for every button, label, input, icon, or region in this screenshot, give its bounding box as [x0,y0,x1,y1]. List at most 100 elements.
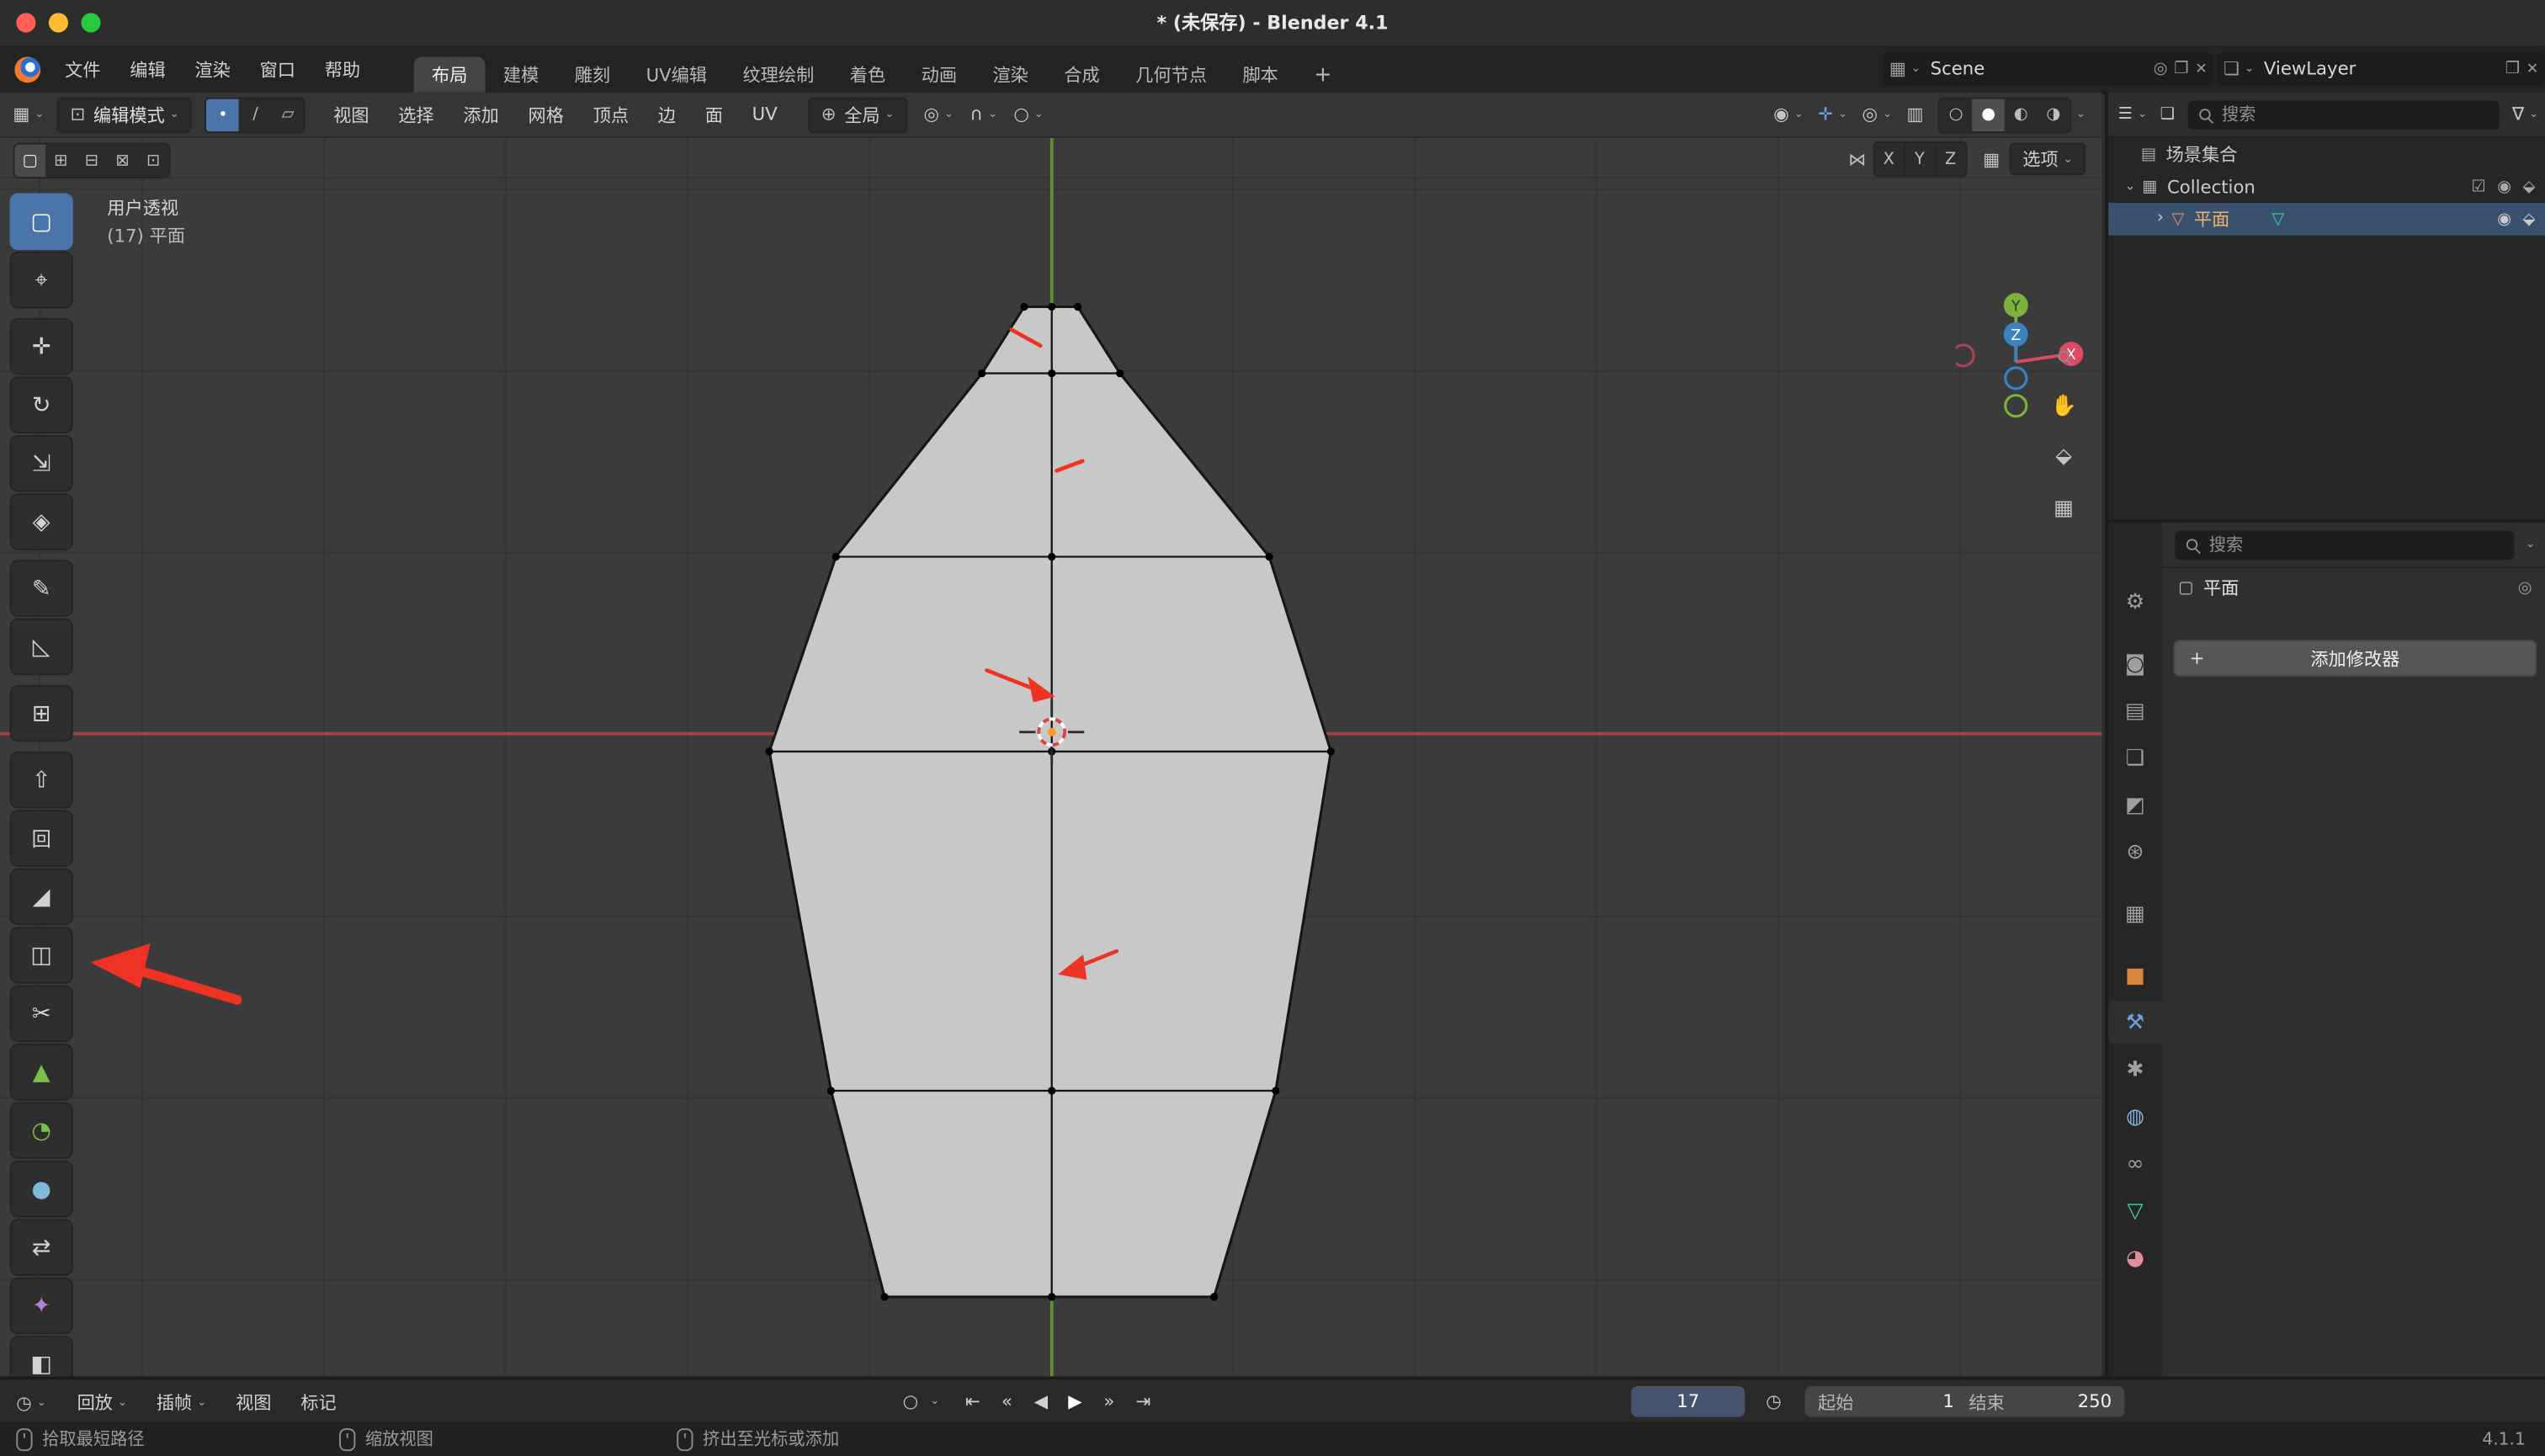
object-expand-icon[interactable]: › [2157,211,2164,227]
tool-extrude-region[interactable]: ⇧ [10,752,73,808]
workspace-tab-scripting[interactable]: 脚本 [1225,56,1296,92]
tab-particles[interactable]: ✱ [2108,1049,2162,1091]
properties-header-caret[interactable]: ⌄ [2526,539,2535,550]
editor-type-caret[interactable]: ⌄ [35,109,44,120]
menu-view[interactable]: 视图 [319,93,384,136]
overlays-toggle-icon[interactable]: ◎ [1862,104,1878,125]
select-mode-intersect[interactable]: ⊡ [138,145,169,178]
menu-playback[interactable]: 回放⌄ [62,1379,141,1425]
tool-add-primitive[interactable]: ⊞ [10,685,73,741]
menu-marker[interactable]: 标记 [286,1379,351,1425]
workspace-tab-modeling[interactable]: 建模 [486,56,557,92]
outliner-editor-caret[interactable]: ⌄ [2138,109,2147,120]
select-mode-extend[interactable]: ⊞ [45,145,77,178]
scene-pin-icon[interactable]: ◎ [2154,60,2168,77]
symmetry-z-toggle[interactable]: Z [1934,141,1967,177]
shading-wireframe-button[interactable]: ○ [1940,98,1973,131]
tab-object[interactable]: ■ [2108,954,2162,996]
collection-render-camera-icon[interactable]: ⬙ [2523,178,2536,195]
tool-smooth[interactable]: ● [10,1161,73,1217]
menu-select[interactable]: 选择 [384,93,449,136]
pivot-caret[interactable]: ⌄ [944,109,954,120]
menu-vertex[interactable]: 顶点 [578,93,643,136]
tool-loop-cut[interactable]: ◫ [10,927,73,983]
tab-material[interactable]: ◕ [2108,1237,2162,1279]
collection-hide-eye-icon[interactable]: ◉ [2497,178,2511,195]
show-hide-eye-icon[interactable]: ◉ [1773,104,1789,125]
tool-measure[interactable]: ◺ [10,619,73,676]
tool-scale[interactable]: ⇲ [10,435,73,492]
select-mode-invert[interactable]: ⊠ [107,145,138,178]
jump-to-end-button[interactable]: ⇥ [1126,1386,1161,1416]
snap-caret[interactable]: ⌄ [988,109,997,120]
breadcrumb-label[interactable]: 平面 [2203,575,2518,601]
menu-keying[interactable]: 插帧⌄ [141,1379,220,1425]
next-keyframe-button[interactable]: » [1092,1386,1127,1416]
use-preview-range-icon[interactable]: ◷ [1766,1391,1782,1412]
tab-view-layer[interactable]: ❏ [2108,737,2162,779]
tab-constraints[interactable]: ∞ [2108,1143,2162,1185]
menu-help[interactable]: 帮助 [310,45,375,93]
prev-keyframe-button[interactable]: « [990,1386,1024,1416]
menu-window[interactable]: 窗口 [245,45,310,93]
viewlayer-browse-caret[interactable]: ⌄ [2245,63,2254,74]
menu-edge[interactable]: 边 [643,93,690,136]
tool-knife[interactable]: ✂ [10,986,73,1043]
workspace-tab-layout[interactable]: 布局 [414,56,486,92]
timeline-editor-caret[interactable]: ⌄ [37,1397,46,1409]
select-mode-new[interactable]: ▢ [14,145,45,178]
tool-edge-slide[interactable]: ⇄ [10,1219,73,1276]
edit-mesh-canvas[interactable] [0,93,2101,1376]
add-modifier-button[interactable]: + 添加修改器 [2173,640,2537,677]
tab-output[interactable]: ▤ [2108,690,2162,732]
tool-shrink-fatten[interactable]: ✦ [10,1278,73,1334]
outliner-row-object-plane[interactable]: › ▽ 平面 ▽ ◉ ⬙ [2108,203,2545,236]
viewlayer-browse-icon[interactable]: ❏ [2224,58,2239,79]
symmetry-y-toggle[interactable]: Y [1905,141,1935,177]
scene-browse-caret[interactable]: ⌄ [1911,63,1921,74]
shading-solid-button[interactable]: ● [1972,98,2005,131]
tool-inset-faces[interactable]: 回 [10,810,73,867]
proportional-caret[interactable]: ⌄ [1034,109,1044,120]
outliner-search-input[interactable]: 搜索 [2187,100,2499,130]
outliner-display-mode-icon[interactable]: ❏ [2160,105,2175,123]
tool-annotate[interactable]: ✎ [10,560,73,616]
outliner-filter-caret[interactable]: ⌄ [2529,109,2538,120]
outliner-row-scene-collection[interactable]: ▤ 场景集合 [2108,138,2545,171]
tab-modifiers[interactable]: ⚒ [2108,1002,2162,1044]
tab-physics[interactable]: ◍ [2108,1096,2162,1138]
collection-checkbox-icon[interactable]: ☑ [2471,178,2485,195]
outliner-filter-icon[interactable]: ∇ [2512,104,2524,125]
object-render-camera-icon[interactable]: ⬙ [2523,210,2536,228]
tab-collection[interactable]: ▦ [2108,893,2162,935]
tool-rotate[interactable]: ↻ [10,376,73,433]
viewlayer-duplicate-icon[interactable]: ❐ [2505,60,2520,77]
snap-uv-icon[interactable]: ▦ [1983,148,2000,169]
viewport-3d[interactable]: 用户透视 (17) 平面 ▢ ⊞ ⊟ ⊠ ⊡ ⋈ X Y Z ▦ 选项 ⌄ ▢ … [0,93,2101,1376]
xray-toggle-icon[interactable]: ▥ [1907,104,1924,125]
frame-end-field[interactable]: 结束 250 [1956,1386,2125,1417]
tool-rip-region[interactable]: ◧ [10,1336,73,1376]
tab-object-data[interactable]: ▽ [2108,1190,2162,1232]
scene-name[interactable]: Scene [1931,58,2154,79]
menu-add[interactable]: 添加 [449,93,513,136]
tool-move[interactable]: ✛ [10,318,73,375]
pan-view-button[interactable]: ✋ [2042,385,2085,428]
tab-tool[interactable]: ⚙ [2108,581,2162,623]
autokey-caret[interactable]: ⌄ [930,1395,939,1407]
tool-poly-build[interactable]: ▲ [10,1044,73,1100]
select-mode-subtract[interactable]: ⊟ [77,145,108,178]
show-hide-caret[interactable]: ⌄ [1794,109,1804,120]
jump-to-start-button[interactable]: ⇤ [956,1386,991,1416]
workspace-tab-shading[interactable]: 着色 [832,56,904,92]
menu-mesh[interactable]: 网格 [513,93,578,136]
tool-spin[interactable]: ◔ [10,1102,73,1159]
gizmos-caret[interactable]: ⌄ [1838,109,1847,120]
tool-transform[interactable]: ◈ [10,493,73,550]
tab-render[interactable]: ◙ [2108,643,2162,685]
mode-dropdown[interactable]: ⊡ 编辑模式 ⌄ [57,97,192,132]
scene-browse-icon[interactable]: ▦ [1889,58,1906,79]
shading-rendered-button[interactable]: ◑ [2038,98,2070,131]
object-hide-eye-icon[interactable]: ◉ [2497,210,2511,228]
gizmos-toggle-icon[interactable]: ✛ [1818,104,1833,125]
